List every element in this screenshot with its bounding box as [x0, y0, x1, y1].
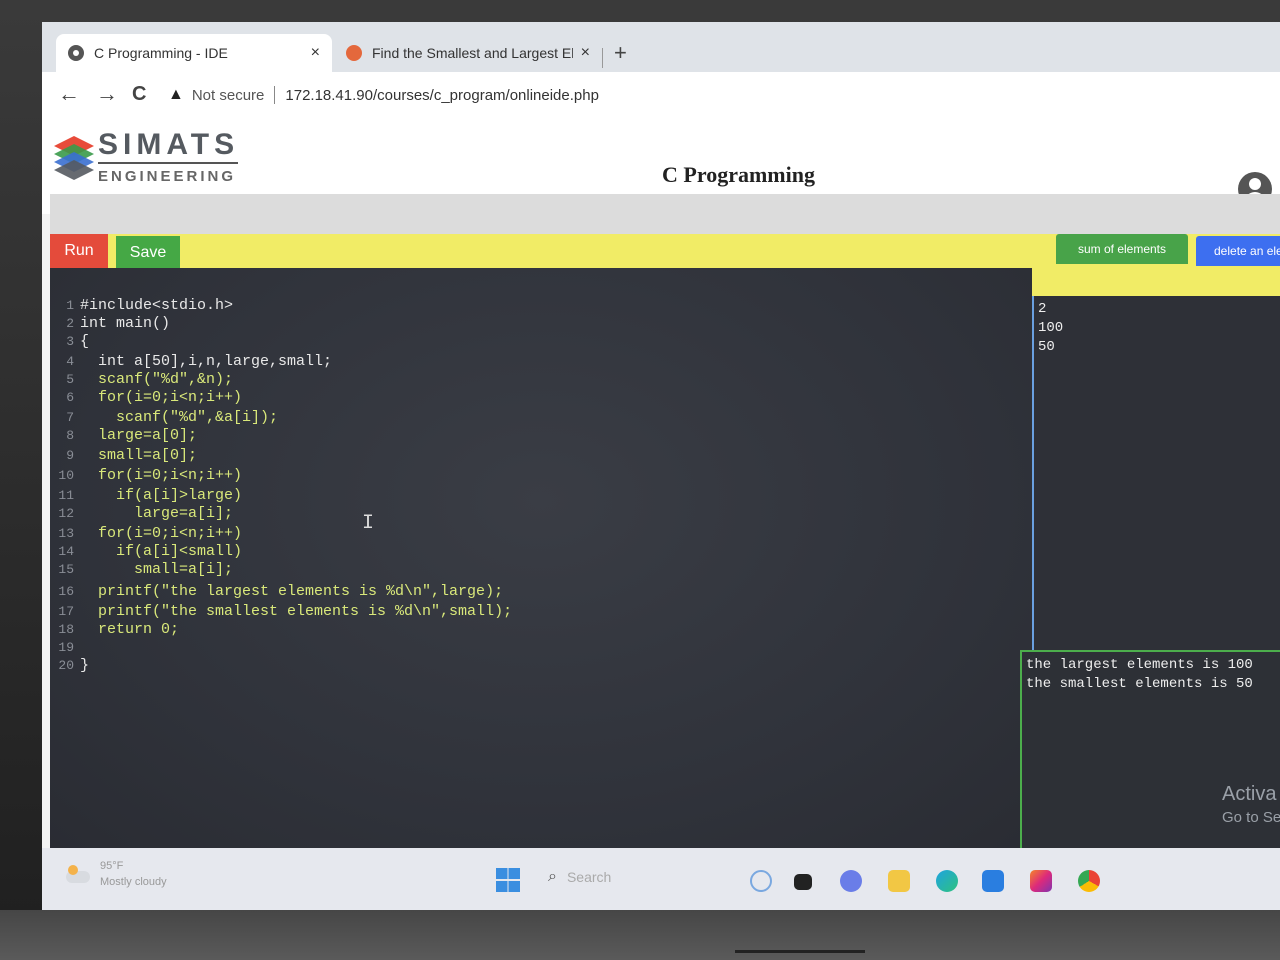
tab-separator [602, 48, 603, 68]
code-text: { [80, 333, 90, 350]
code-editor[interactable]: I 1 #include<stdio.h> 2 int main() 3 {4 int a[… [50, 268, 1032, 848]
code-text: scanf("%d",&a[i]); [116, 409, 279, 426]
output-line: the largest elements is 100 [1026, 657, 1253, 673]
search-placeholder: Search [566, 869, 612, 885]
windows-start-icon[interactable] [496, 868, 520, 892]
code-text: large=a[0]; [98, 427, 198, 444]
tab-ide[interactable]: C Programming - IDE × [56, 34, 332, 72]
browser-navbar: ← → C ▲ Not secure 172.18.41.90/courses/… [42, 72, 1280, 119]
search-icon: ⌕ [548, 868, 557, 885]
code-text: printf("the largest elements is %d\n",la… [98, 583, 504, 600]
code-text: #include<stdio.h> [80, 297, 234, 314]
sum-of-elements-tab[interactable]: sum of elements [1056, 234, 1188, 264]
close-tab-icon[interactable]: × [311, 44, 320, 62]
code-text: int a[50],i,n,large,small; [98, 353, 333, 370]
line-number: 4 [66, 354, 74, 369]
input-line: 100 [1038, 320, 1064, 336]
reload-icon[interactable]: C [132, 82, 146, 106]
chat-icon[interactable] [840, 870, 862, 892]
toolbar-background [50, 194, 1280, 234]
instagram-icon[interactable] [1030, 870, 1052, 892]
run-button[interactable]: Run [50, 234, 108, 268]
line-number: 5 [66, 372, 74, 387]
code-text: small=a[i]; [134, 561, 234, 578]
weather-widget[interactable]: 95°F Mostly cloudy [64, 858, 167, 890]
chrome-icon[interactable] [1078, 870, 1100, 892]
address-bar[interactable]: ▲ Not secure 172.18.41.90/courses/c_prog… [168, 79, 1278, 111]
line-number: 12 [58, 506, 74, 521]
line-number: 14 [58, 544, 74, 559]
line-number: 16 [58, 584, 74, 599]
code-text: for(i=0;i<n;i++) [98, 389, 243, 406]
line-number: 19 [58, 640, 74, 655]
toolbar-strip [1032, 268, 1280, 296]
line-number: 9 [66, 448, 74, 463]
logo-subtitle: ENGINEERING [98, 168, 237, 185]
line-number: 7 [66, 410, 74, 425]
tab-find-smallest-largest[interactable]: Find the Smallest and Largest Ele × [334, 34, 602, 72]
taskbar-search[interactable]: ⌕ Search [548, 868, 611, 886]
logo-wordmark: SIMATS [98, 128, 240, 161]
edge-browser-icon[interactable] [936, 870, 958, 892]
code-text: } [80, 657, 90, 674]
code-text: scanf("%d",&n); [98, 371, 234, 388]
line-number: 1 [66, 298, 74, 313]
windows-taskbar: 95°F Mostly cloudy ⌕ Search [42, 848, 1280, 910]
monitor-brand-mark [735, 950, 865, 959]
weather-temp: 95°F [100, 860, 124, 872]
input-line: 2 [1038, 301, 1047, 317]
omnibox-separator [274, 86, 276, 104]
page-title: C Programming [662, 162, 815, 187]
line-number: 20 [58, 658, 74, 673]
code-text: for(i=0;i<n;i++) [98, 525, 243, 542]
output-line: the smallest elements is 50 [1026, 676, 1253, 692]
line-number: 17 [58, 604, 74, 619]
security-label: Not secure [191, 86, 265, 104]
browser-tab-strip: C Programming - IDE × Find the Smallest … [42, 22, 1280, 72]
code-text: printf("the smallest elements is %d\n",s… [98, 603, 513, 620]
page-favicon-icon [346, 45, 362, 61]
input-line: 50 [1038, 339, 1055, 355]
line-number: 13 [58, 526, 74, 541]
code-text: small=a[0]; [98, 447, 198, 464]
back-arrow-icon[interactable]: ← [58, 82, 80, 106]
windows-activation-watermark: Activa Go to Se [1222, 783, 1280, 826]
warning-triangle-icon: ▲ [168, 86, 184, 103]
new-tab-button[interactable]: + [614, 40, 627, 66]
code-text: return 0; [98, 621, 180, 638]
code-text: int main() [80, 315, 171, 332]
code-text: if(a[i]>large) [116, 487, 243, 504]
screen: C Programming - IDE × Find the Smallest … [42, 22, 1280, 910]
line-number: 6 [66, 390, 74, 405]
cloudy-weather-icon [64, 863, 92, 885]
logo-divider [98, 162, 238, 164]
code-text: if(a[i]<small) [116, 543, 243, 560]
bing-icon[interactable] [750, 870, 772, 892]
text-cursor-icon: I [362, 512, 375, 535]
file-explorer-icon[interactable] [888, 870, 910, 892]
line-number: 11 [58, 488, 74, 503]
tab-title: C Programming - IDE [94, 45, 228, 61]
line-number: 15 [58, 562, 74, 577]
url-text: 172.18.41.90/courses/c_program/onlineide… [285, 86, 599, 104]
code-text: large=a[i]; [134, 505, 234, 522]
simats-logo-icon [54, 136, 94, 180]
line-number: 18 [58, 622, 74, 637]
forward-arrow-icon[interactable]: → [96, 82, 118, 106]
line-number: 3 [66, 334, 74, 349]
tab-title: Find the Smallest and Largest Ele [372, 45, 573, 61]
save-button[interactable]: Save [116, 236, 180, 270]
line-number: 2 [66, 316, 74, 331]
app-icon[interactable] [794, 874, 812, 890]
close-tab-icon[interactable]: × [581, 44, 590, 62]
weather-condition: Mostly cloudy [100, 876, 167, 888]
stdin-input-panel[interactable]: 2 100 50 [1032, 296, 1280, 650]
ide-favicon-icon [68, 45, 84, 61]
store-icon[interactable] [982, 870, 1004, 892]
delete-element-tab[interactable]: delete an ele [1196, 236, 1280, 266]
line-number: 8 [66, 428, 74, 443]
monitor-bottom [0, 910, 1280, 960]
code-text: for(i=0;i<n;i++) [98, 467, 243, 484]
line-number: 10 [58, 468, 74, 483]
